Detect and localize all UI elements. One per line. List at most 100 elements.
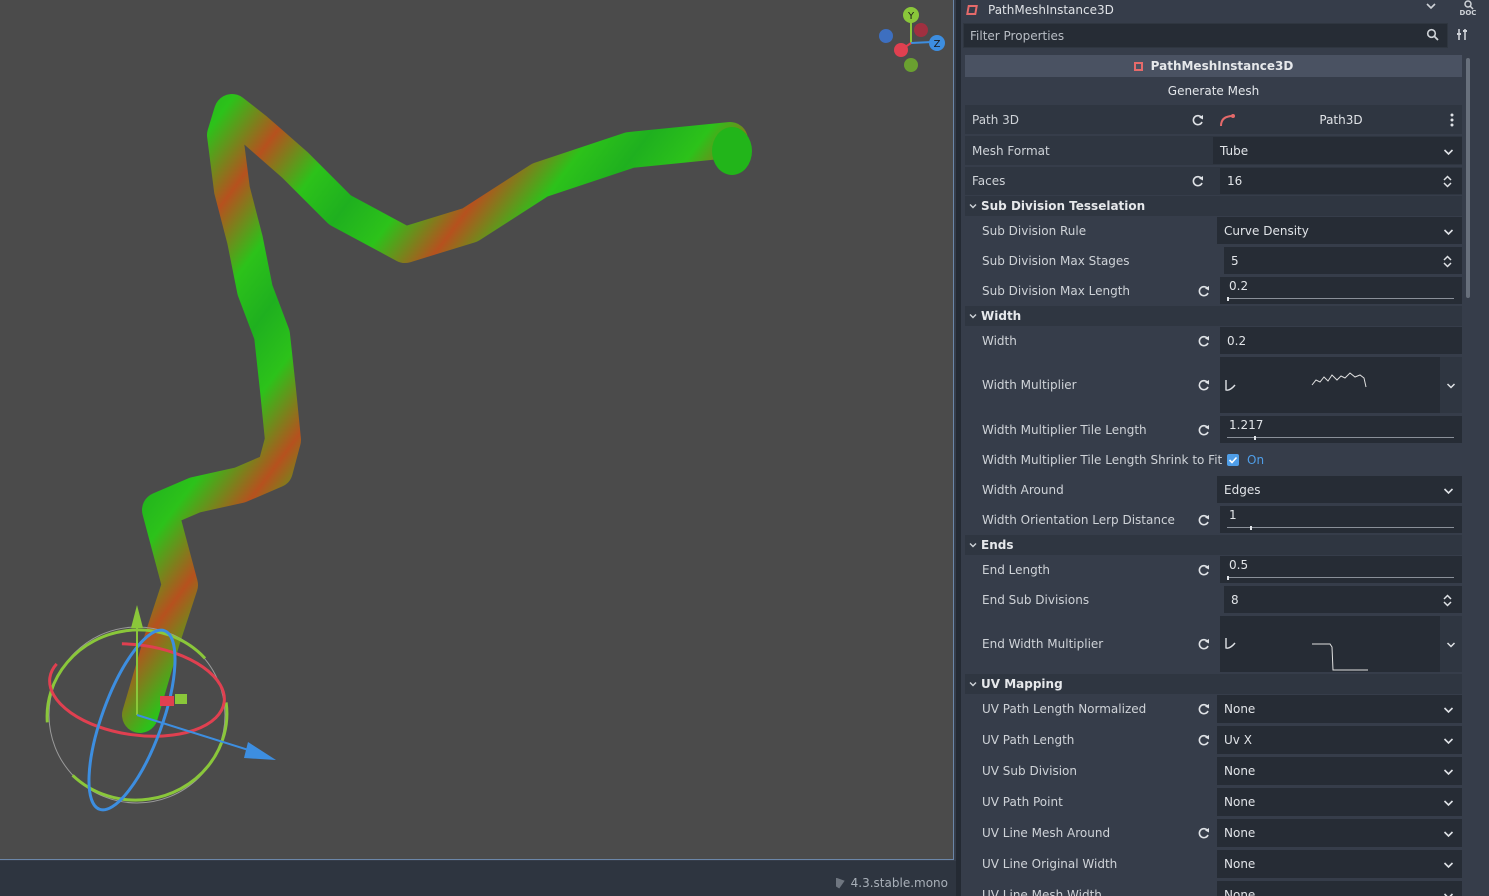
slider-knob[interactable] [1227,576,1229,580]
svg-text:Y: Y [907,11,915,22]
path-mesh-node-icon [966,5,978,15]
path3d-picker[interactable]: Path3D [1213,106,1462,133]
prop-uv-item: UV Path Length Uv X [965,725,1462,755]
uv-select-value: None [1224,702,1256,716]
mesh-format-value: Tube [1220,143,1249,158]
width-lerp-value: 1 [1229,508,1237,522]
prop-uv-item: UV Line Original Width None [965,849,1462,879]
revert-icon[interactable] [1197,826,1211,840]
filter-properties-input[interactable] [968,27,1412,44]
revert-icon[interactable] [1197,334,1211,348]
width-multiplier-curve[interactable] [1220,357,1462,413]
curve-dropdown[interactable] [1440,616,1462,672]
end-length-slider[interactable]: 0.5 [1220,556,1462,583]
revert-icon[interactable] [1197,563,1211,577]
prop-label: Sub Division Rule [982,223,1087,238]
width-lerp-slider[interactable]: 1 [1220,506,1462,533]
revert-icon[interactable] [1197,423,1211,437]
spin-arrows-icon[interactable] [1443,593,1452,610]
more-options-icon[interactable] [1450,113,1454,130]
spin-arrows-icon[interactable] [1443,175,1452,191]
slider-track[interactable] [1227,437,1454,438]
prop-end-length: End Length 0.5 [965,555,1462,584]
uv-select[interactable]: None [1217,850,1462,878]
uv-select[interactable]: Uv X [1217,726,1462,754]
uv-select[interactable]: None [1217,757,1462,785]
revert-icon[interactable] [1191,174,1205,188]
orientation-gizmo[interactable]: Y Z [879,7,945,72]
class-title: PathMeshInstance3D [1150,59,1294,73]
slider-track[interactable] [1227,527,1454,528]
filter-properties-field[interactable] [963,23,1448,48]
path-mesh-tube [122,94,748,733]
subdiv-max-stages-spinbox[interactable]: 5 [1224,247,1462,274]
uv-select[interactable]: None [1217,819,1462,847]
prop-label: UV Path Point [982,795,1063,809]
doc-button[interactable]: DOC [1459,0,1477,18]
section-width[interactable]: Width [965,306,1462,326]
revert-icon[interactable] [1197,284,1211,298]
prop-label: End Width Multiplier [982,637,1104,651]
prop-subdiv-max-stages: Sub Division Max Stages 5 [965,246,1462,275]
prop-label: Width Multiplier Tile Length Shrink to F… [982,452,1223,467]
prop-end-width-multiplier: End Width Multiplier [965,615,1462,673]
section-subdiv[interactable]: Sub Division Tesselation [965,196,1462,216]
prop-uv-item: UV Path Point None [965,787,1462,817]
slider-knob[interactable] [1254,436,1257,440]
end-width-multiplier-curve[interactable] [1220,616,1462,672]
chevron-down-icon [1443,146,1454,160]
uv-select-value: None [1224,857,1256,871]
curve-icon [1224,379,1238,396]
generate-mesh-button[interactable]: Generate Mesh [965,80,1462,102]
prop-label: End Sub Divisions [982,592,1090,607]
chevron-down-icon [1443,797,1454,811]
revert-icon[interactable] [1191,113,1205,127]
slider-knob[interactable] [1227,297,1229,301]
prop-path3d: Path 3D Path3D [965,105,1462,134]
version-icon [835,877,845,889]
inspector-scrollbar[interactable] [1466,58,1470,298]
end-subdivisions-spinbox[interactable]: 8 [1224,586,1462,613]
uv-select-value: None [1224,764,1256,778]
uv-select[interactable]: None [1217,788,1462,816]
width-around-select[interactable]: Edges [1217,476,1462,503]
width-tile-length-slider[interactable]: 1.217 [1220,416,1462,443]
faces-spinbox[interactable]: 16 [1220,168,1462,194]
3d-viewport[interactable]: Y Z [0,0,954,860]
section-uv-mapping[interactable]: UV Mapping [965,674,1462,694]
width-value-field[interactable]: 0.2 [1220,327,1462,354]
uv-select-value: None [1224,888,1256,896]
curve-preview [1311,372,1367,388]
inspector-node-header[interactable]: PathMeshInstance3D [961,0,1481,20]
revert-icon[interactable] [1197,702,1211,716]
prop-label: Sub Division Max Stages [982,253,1130,268]
slider-knob[interactable] [1249,526,1252,530]
prop-label: Width Multiplier Tile Length [982,422,1147,437]
subdiv-rule-value: Curve Density [1224,223,1309,238]
prop-subdiv-rule: Sub Division Rule Curve Density [965,216,1462,245]
prop-faces: Faces 16 [965,167,1462,195]
subdiv-max-length-slider[interactable]: 0.2 [1220,277,1462,304]
spin-arrows-icon[interactable] [1443,254,1452,271]
uv-select-value: Uv X [1224,733,1252,747]
width-shrink-checkbox[interactable]: On [1220,446,1462,473]
checkbox-checked-icon [1227,453,1239,466]
object-tools-icon[interactable] [1455,27,1469,44]
uv-select[interactable]: None [1217,695,1462,723]
subdiv-rule-select[interactable]: Curve Density [1217,217,1462,244]
revert-icon[interactable] [1197,513,1211,527]
curve-preview [1312,643,1368,671]
revert-icon[interactable] [1197,378,1211,392]
mesh-format-select[interactable]: Tube [1213,137,1462,164]
slider-track[interactable] [1227,298,1454,299]
width-shrink-value: On [1247,452,1265,467]
prop-label: Mesh Format [972,143,1050,158]
revert-icon[interactable] [1197,733,1211,747]
slider-track[interactable] [1227,577,1454,578]
revert-icon[interactable] [1197,637,1211,651]
chevron-down-icon [1443,766,1454,780]
history-dropdown-icon[interactable] [1425,0,1437,15]
section-ends[interactable]: Ends [965,535,1462,555]
curve-dropdown[interactable] [1440,357,1462,413]
uv-select[interactable]: None [1217,881,1462,896]
